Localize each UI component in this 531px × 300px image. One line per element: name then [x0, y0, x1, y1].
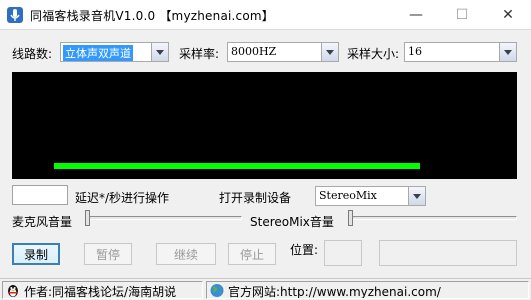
- chevron-down-icon[interactable]: [499, 43, 516, 61]
- sample-size-select[interactable]: 16: [404, 42, 517, 62]
- mic-volume-label: 麦克风音量: [12, 215, 73, 229]
- close-button[interactable]: ✕: [485, 0, 531, 30]
- audio-level-display: [12, 72, 517, 179]
- stereomix-volume-slider-thumb[interactable]: [348, 210, 353, 226]
- line-count-label: 线路数:: [12, 47, 53, 61]
- stop-button[interactable]: 停止: [228, 243, 276, 265]
- position-progress-display: [379, 240, 517, 266]
- title-bar: 同福客栈录音机V1.0.0 【myzhenai.com】 — ☐ ✕: [0, 0, 531, 30]
- website-text[interactable]: 官方网站:http://www.myzhenai.com/: [228, 283, 441, 298]
- website-panel: 官方网站:http://www.myzhenai.com/: [206, 281, 529, 299]
- record-device-select[interactable]: StereoMix: [315, 186, 426, 206]
- author-text: 作者:同福客栈论坛/海南胡说: [24, 285, 177, 299]
- resume-button[interactable]: 继续: [156, 243, 216, 265]
- chevron-down-icon[interactable]: [408, 187, 425, 205]
- qq-penguin-icon: [8, 285, 18, 297]
- record-device-value: StereoMix: [319, 189, 377, 202]
- line-count-select[interactable]: 立体声双声道: [60, 42, 169, 62]
- window-title: 同福客栈录音机V1.0.0 【myzhenai.com】: [30, 9, 274, 23]
- pause-button[interactable]: 暂停: [84, 243, 132, 265]
- sample-size-label: 采样大小:: [347, 47, 400, 61]
- mic-volume-track[interactable]: [85, 216, 242, 220]
- delay-seconds-input[interactable]: [12, 185, 68, 205]
- sample-rate-label: 采样率:: [179, 47, 220, 61]
- globe-icon: [210, 284, 224, 297]
- author-panel: 作者:同福客栈论坛/海南胡说: [2, 281, 203, 299]
- record-button[interactable]: 录制: [12, 243, 60, 265]
- minimize-button[interactable]: —: [393, 0, 439, 30]
- sample-size-value: 16: [408, 45, 422, 58]
- microphone-app-icon: [7, 7, 23, 23]
- maximize-button[interactable]: ☐: [439, 0, 485, 30]
- position-label: 位置:: [290, 243, 319, 257]
- chevron-down-icon[interactable]: [321, 43, 338, 61]
- chevron-down-icon[interactable]: [151, 43, 168, 61]
- position-display: [324, 240, 362, 266]
- line-count-value: 立体声双声道: [63, 45, 133, 61]
- sample-rate-value: 8000HZ: [231, 45, 277, 58]
- stereomix-volume-label: StereoMix音量: [250, 215, 334, 229]
- mic-volume-slider-thumb[interactable]: [85, 210, 90, 226]
- sample-rate-select[interactable]: 8000HZ: [227, 42, 339, 62]
- record-device-label: 打开录制设备: [219, 191, 292, 205]
- audio-level-bar: [54, 163, 420, 169]
- delay-label: 延迟*/秒进行操作: [75, 191, 170, 205]
- stereomix-volume-track[interactable]: [348, 216, 517, 220]
